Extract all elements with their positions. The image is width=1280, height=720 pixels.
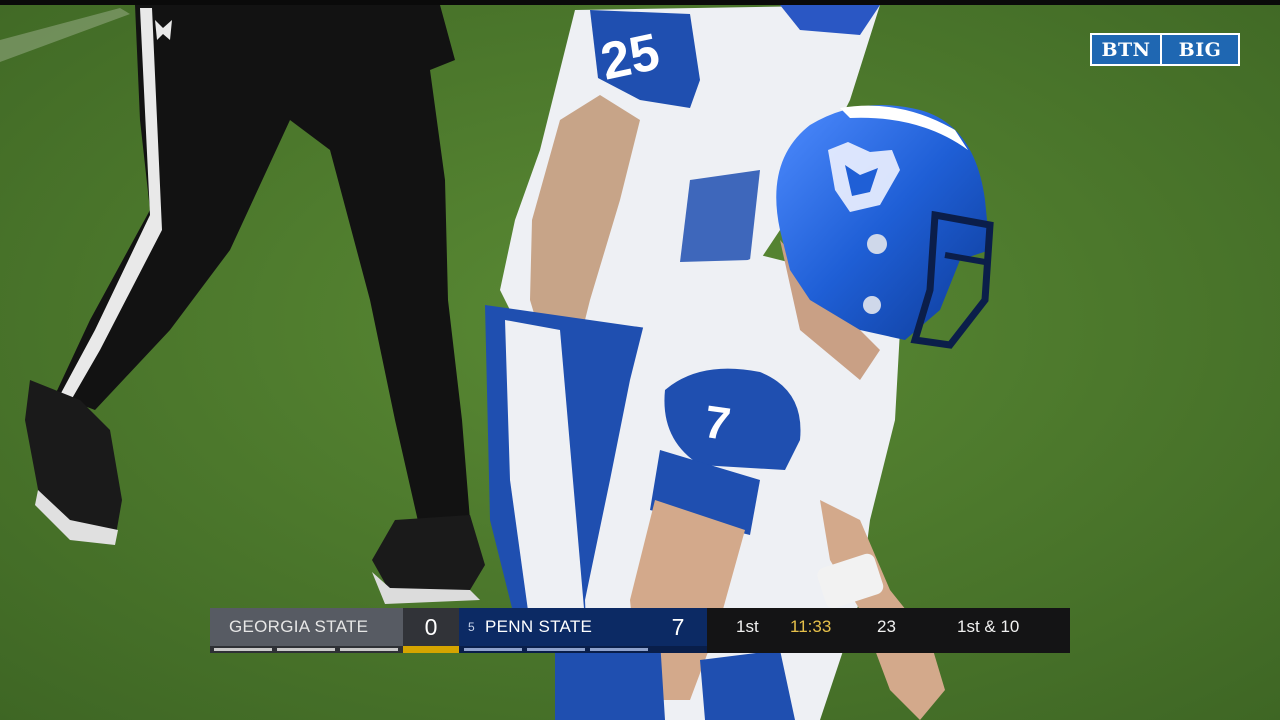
- away-timeout-indicator: [277, 648, 335, 651]
- home-team-name: PENN STATE: [484, 617, 593, 636]
- quarter: 1st: [736, 617, 759, 636]
- jersey-number-25: 25: [596, 23, 665, 92]
- home-team-rank: 5: [468, 620, 475, 634]
- away-team-score: 0: [403, 608, 459, 646]
- home-timeout-indicator: [590, 648, 648, 651]
- away-timeout-indicator: [340, 648, 398, 651]
- away-team-name: GEORGIA STATE: [210, 608, 403, 646]
- away-timeout-indicator: [214, 648, 272, 651]
- down-and-distance: 1st & 10: [957, 617, 1020, 636]
- possession-indicator: [403, 646, 459, 653]
- game-clock: 11:33: [790, 617, 832, 636]
- scorebug: GEORGIA STATE 0 5 PENN STATE 7 1st 11:33…: [210, 608, 1070, 653]
- home-timeout-indicator: [527, 648, 585, 651]
- play-clock: 23: [877, 617, 896, 636]
- network-logo-big: BIG: [1162, 35, 1238, 64]
- home-timeout-indicator: [464, 648, 522, 651]
- network-logo: BTN BIG: [1090, 33, 1240, 66]
- game-status: 1st 11:33 23 1st & 10: [707, 608, 1070, 653]
- home-team-score: 7: [649, 608, 707, 646]
- network-logo-btn: BTN: [1092, 35, 1160, 64]
- home-team: 5 PENN STATE: [459, 608, 649, 646]
- top-letterbox: [0, 0, 1280, 5]
